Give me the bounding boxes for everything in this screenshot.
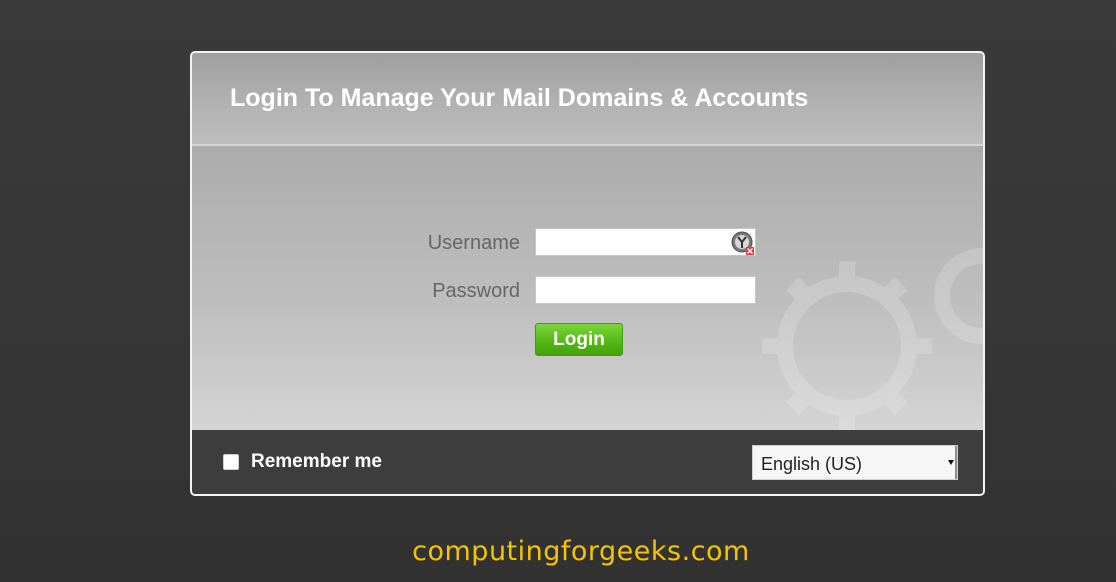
login-form: Username Password Login [192,146,983,430]
password-input[interactable] [535,276,756,304]
panel-footer: Remember me English (US) [192,430,983,494]
language-select[interactable]: English (US) [752,445,958,480]
login-panel: Login To Manage Your Mail Domains & Acco… [190,51,985,496]
language-selected-value: English (US) [761,454,863,474]
remember-me-checkbox[interactable] [223,454,239,470]
login-button[interactable]: Login [535,323,623,356]
gear-decoration-icon [762,248,983,430]
watermark: computingforgeeks.com [412,536,750,567]
password-label: Password [432,280,520,302]
username-label: Username [427,232,520,254]
page-title: Login To Manage Your Mail Domains & Acco… [230,84,809,112]
chevron-down-icon [948,460,954,465]
page: Login To Manage Your Mail Domains & Acco… [0,0,1116,582]
remember-me-label[interactable]: Remember me [251,451,382,473]
username-input[interactable] [535,228,756,256]
select-edge [955,446,957,479]
password-manager-icon[interactable] [731,231,755,255]
panel-header: Login To Manage Your Mail Domains & Acco… [192,53,983,146]
